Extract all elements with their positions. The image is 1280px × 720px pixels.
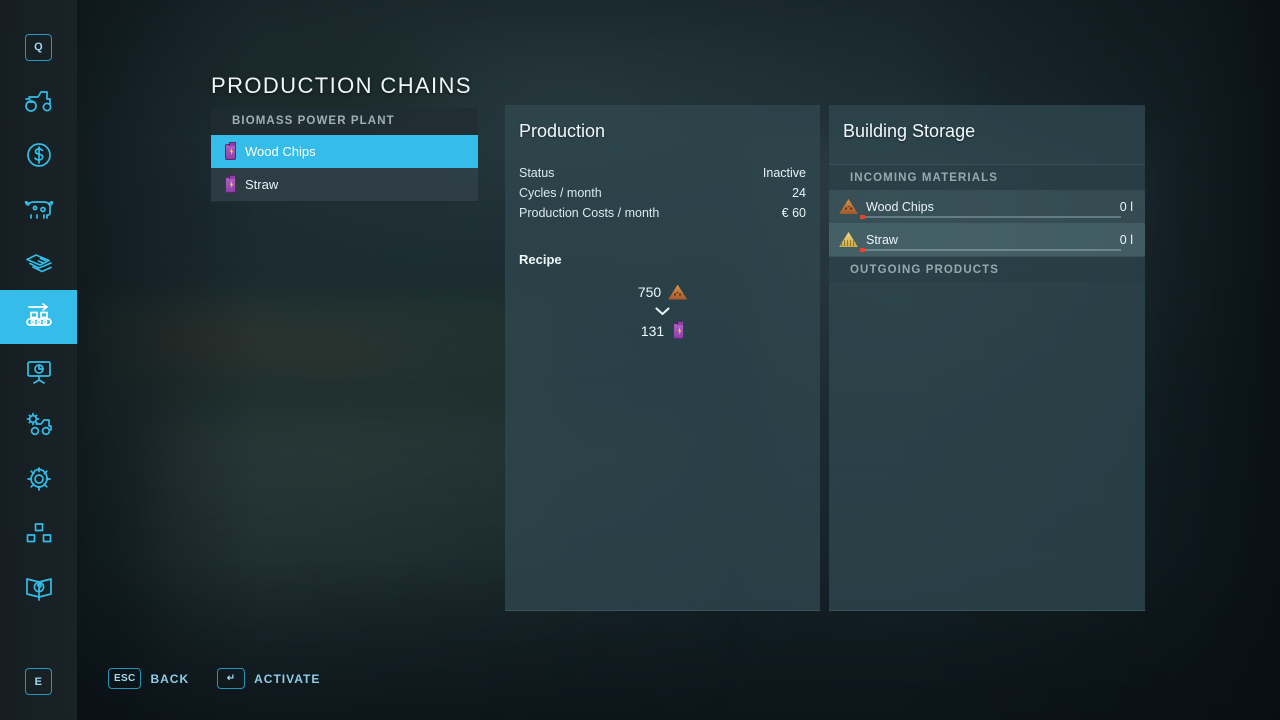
q-key-icon: Q [25, 33, 52, 61]
recipe-input-amount: 750 [637, 284, 662, 300]
recipe-output-amount: 131 [640, 323, 665, 339]
chain-row-straw[interactable]: Straw [211, 168, 478, 201]
stat-value: € 60 [781, 206, 806, 220]
building-storage-panel: Building Storage INCOMING MATERIALS Wood… [829, 105, 1145, 611]
sidebar-item-production[interactable] [0, 290, 77, 344]
production-stats: Status Inactive Cycles / month 24 Produc… [505, 163, 820, 223]
storage-item-amount: 0 l [1119, 199, 1133, 214]
wood-chips-pile-icon [668, 284, 688, 300]
back-hint[interactable]: ESC BACK [108, 668, 189, 689]
outgoing-products-header: OUTGOING PRODUCTS [829, 256, 1145, 282]
storage-row-wood-chips[interactable]: Wood Chips 0 l [829, 190, 1145, 223]
storage-item-label: Straw [866, 232, 898, 247]
conveyor-belt-icon [25, 303, 52, 326]
storage-fill-marker [860, 215, 865, 219]
sidebar-item-animals[interactable] [0, 182, 77, 236]
sidebar-item-multiplayer[interactable] [0, 506, 77, 560]
chart-board-icon [26, 361, 51, 384]
sidebar-item-vehicle-settings[interactable] [0, 398, 77, 452]
storage-item-label: Wood Chips [866, 199, 934, 214]
page-title: PRODUCTION CHAINS [211, 73, 472, 98]
storage-fill-marker [860, 248, 865, 252]
sidebar-item-finances[interactable] [0, 128, 77, 182]
enter-key-icon: ↵ [217, 668, 246, 689]
gear-icon [26, 467, 51, 491]
production-panel: Production Status Inactive Cycles / mont… [505, 105, 820, 611]
documents-icon [25, 254, 52, 273]
tractor-icon [24, 91, 51, 112]
help-book-icon [25, 578, 52, 601]
sidebar-item-quick-menu[interactable]: Q [0, 20, 77, 74]
storage-panel-title: Building Storage [843, 121, 976, 141]
activate-hint-label: ACTIVATE [254, 671, 321, 686]
stat-label: Cycles / month [519, 186, 602, 200]
stat-label: Status [519, 166, 555, 180]
chain-list-header: BIOMASS POWER PLANT [232, 115, 395, 127]
production-panel-title: Production [519, 121, 606, 141]
stat-row-cycles: Cycles / month 24 [519, 183, 806, 203]
stat-row-costs: Production Costs / month € 60 [519, 203, 806, 223]
footer-hints: ESC BACK ↵ ACTIVATE [108, 668, 320, 689]
dollar-coin-icon [26, 143, 51, 167]
stat-row-status: Status Inactive [519, 163, 806, 183]
wood-chips-pile-icon [839, 199, 858, 214]
esc-key-icon: ESC [108, 668, 142, 689]
chain-row-label: Wood Chips [245, 144, 316, 159]
storage-fill-bar [860, 248, 1121, 252]
blocks-network-icon [26, 523, 51, 543]
activate-hint[interactable]: ↵ ACTIVATE [217, 668, 320, 689]
back-hint-label: BACK [150, 671, 190, 686]
recipe-output: 131 [640, 321, 685, 340]
chevron-down-icon [655, 307, 670, 316]
storage-row-straw[interactable]: Straw 0 l [829, 223, 1145, 256]
electricity-battery-icon [225, 141, 236, 160]
recipe-input: 750 [637, 283, 688, 301]
sidebar-rail: Q E [0, 0, 77, 720]
electricity-battery-icon [673, 321, 685, 339]
straw-pile-icon [839, 232, 858, 247]
stat-value: 24 [792, 186, 806, 200]
sidebar-item-help[interactable] [0, 560, 77, 614]
stat-value: Inactive [762, 166, 806, 180]
sidebar-item-settings[interactable] [0, 452, 77, 506]
chain-row-wood-chips[interactable]: Wood Chips [211, 135, 478, 168]
electricity-battery-icon [225, 174, 236, 193]
production-chain-list: BIOMASS POWER PLANT Wood Chips Straw [211, 108, 478, 203]
bottom-key-hint[interactable]: E [25, 668, 52, 695]
recipe-diagram: 750 131 [505, 283, 820, 340]
chain-row-label: Straw [245, 177, 279, 192]
sidebar-item-statistics[interactable] [0, 344, 77, 398]
screen-root: Q E PRODUCTION CHAINS BIOMASS POWER PLAN… [0, 0, 1280, 720]
recipe-heading: Recipe [519, 252, 562, 267]
sidebar-item-contracts[interactable] [0, 236, 77, 290]
tractor-gear-icon [26, 412, 52, 436]
stat-label: Production Costs / month [519, 206, 660, 220]
storage-item-amount: 0 l [1119, 232, 1133, 247]
incoming-materials-header: INCOMING MATERIALS [829, 164, 1145, 190]
storage-fill-bar [860, 215, 1121, 219]
sidebar-item-vehicles[interactable] [0, 74, 77, 128]
cow-icon [24, 200, 53, 219]
